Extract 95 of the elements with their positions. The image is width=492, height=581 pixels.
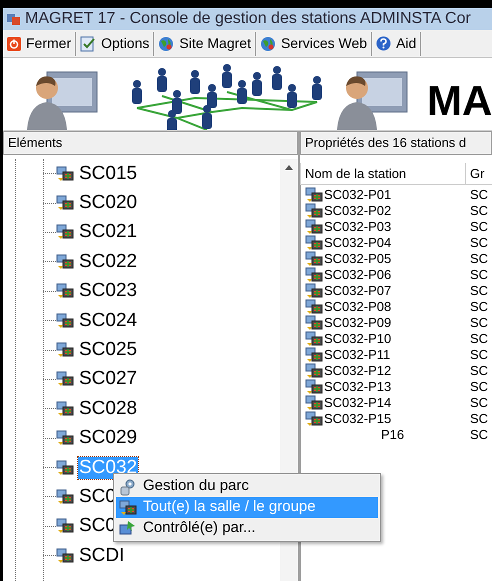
gear-icon <box>119 478 137 496</box>
station-icon <box>305 203 323 219</box>
globe-icon <box>260 36 276 52</box>
tree-item[interactable]: SC023 <box>78 280 138 302</box>
table-cell: SC032-P12 <box>324 363 392 379</box>
tree-item[interactable]: SC025 <box>78 339 138 362</box>
logo-text: MA <box>427 80 492 122</box>
station-icon <box>119 500 137 516</box>
station-icon <box>305 379 323 395</box>
station-icon <box>305 347 323 363</box>
station-group-icon <box>56 400 74 417</box>
table-cell: SC032-P04 <box>324 235 392 251</box>
tree-item[interactable]: SC021 <box>78 221 138 244</box>
toolbar-button[interactable]: Options <box>76 32 154 56</box>
station-icon <box>305 283 323 299</box>
table-cell: SC032-P03 <box>324 219 392 235</box>
station-group-icon <box>56 548 74 564</box>
table-cell-text: SC <box>469 411 490 427</box>
station-icon <box>305 331 323 347</box>
tree-item[interactable]: SCDI <box>78 544 126 567</box>
station-group-icon <box>56 312 74 329</box>
table-cell: SC032-P13 <box>324 379 392 395</box>
table-cell-text: SC <box>469 235 490 251</box>
table-cell: SC032-P09 <box>324 315 392 331</box>
checklist-icon <box>80 36 96 52</box>
station-group-icon <box>56 430 74 446</box>
app-icon <box>7 12 21 26</box>
station-group-icon <box>56 488 74 505</box>
toolbar-button[interactable]: Site Magret <box>154 32 256 56</box>
table-cell: SC032-P05 <box>324 251 392 267</box>
table-cell: P16 <box>381 427 404 443</box>
globe-icon <box>158 36 174 52</box>
table-cell-text: SC <box>469 363 490 379</box>
column-header[interactable]: Gr <box>466 163 488 184</box>
window-title: MAGRET 17 - Console de gestion des stations ADMINSTA Cor <box>25 9 471 29</box>
table-cell-text: SC <box>469 347 490 363</box>
table-cell-text: SC <box>469 219 490 235</box>
station-icon <box>305 235 323 251</box>
station-icon <box>305 187 323 203</box>
table-cell: SC032-P07 <box>324 283 392 299</box>
tree-item[interactable]: SC024 <box>78 310 138 332</box>
station-group-icon <box>56 283 74 300</box>
table-cell: SC032-P06 <box>324 267 392 283</box>
station-icon <box>305 363 323 379</box>
table-cell: SC032-P15 <box>324 411 392 427</box>
table-cell-text: SC <box>469 315 490 331</box>
tree-item[interactable]: SC029 <box>78 427 138 450</box>
table-cell-text: SC <box>469 395 490 411</box>
table-cell: SC032-P08 <box>324 299 392 315</box>
menu-item[interactable]: Gestion du parc <box>116 476 378 497</box>
help-icon <box>376 36 392 51</box>
table-cell-text: SC <box>469 251 490 267</box>
station-icon <box>305 251 323 267</box>
table-cell: SC032-P14 <box>324 395 392 411</box>
table-cell-text: SC <box>469 283 490 299</box>
station-icon <box>305 411 323 427</box>
table-cell: SC032-P10 <box>324 331 392 347</box>
table-cell: SC032-P01 <box>324 187 392 203</box>
panel-header: Propriétés des 16 stations d <box>300 131 492 155</box>
station-group-icon <box>56 460 74 476</box>
station-icon <box>305 267 323 283</box>
station-group-icon <box>56 195 74 212</box>
power-icon <box>7 36 21 50</box>
station-group-icon <box>56 254 74 270</box>
table-cell-text: SC <box>469 187 490 203</box>
scroll-up-icon[interactable] <box>285 165 293 170</box>
table-cell: SC032-P11 <box>324 347 390 363</box>
station-group-icon <box>56 371 74 388</box>
table-cell-text: SC <box>469 203 490 219</box>
station-icon <box>305 395 323 411</box>
toolbar-button[interactable]: Fermer <box>3 32 76 56</box>
table-cell-text: SC <box>469 379 490 395</box>
table-cell-text: SC <box>469 427 490 443</box>
table-cell-text: SC <box>469 299 490 315</box>
station-icon <box>305 299 323 315</box>
tree-item[interactable]: SC027 <box>78 368 138 390</box>
station-group-icon <box>56 166 74 182</box>
station-group-icon <box>56 342 74 358</box>
toolbar-button[interactable]: Services Web <box>256 32 372 56</box>
panel-header: Eléments <box>3 131 298 155</box>
menu-item[interactable]: Contrôlé(e) par... <box>116 518 378 539</box>
tree-item[interactable]: SC028 <box>78 398 138 420</box>
tree-item[interactable]: SC022 <box>78 250 138 273</box>
tree-item[interactable]: SC015 <box>78 162 138 185</box>
table-cell-text: SC <box>469 267 490 283</box>
column-header[interactable]: Nom de la station <box>301 163 466 184</box>
table-cell-text: SC <box>469 331 490 347</box>
station-group-icon <box>56 224 74 240</box>
tree-item[interactable]: SC020 <box>78 192 138 214</box>
station-icon <box>305 219 323 235</box>
monitor-arrow-icon <box>119 520 137 538</box>
station-group-icon <box>56 518 74 534</box>
toolbar-button[interactable]: Aid <box>372 32 422 56</box>
table-cell: SC032-P02 <box>324 203 392 219</box>
station-icon <box>305 315 323 331</box>
